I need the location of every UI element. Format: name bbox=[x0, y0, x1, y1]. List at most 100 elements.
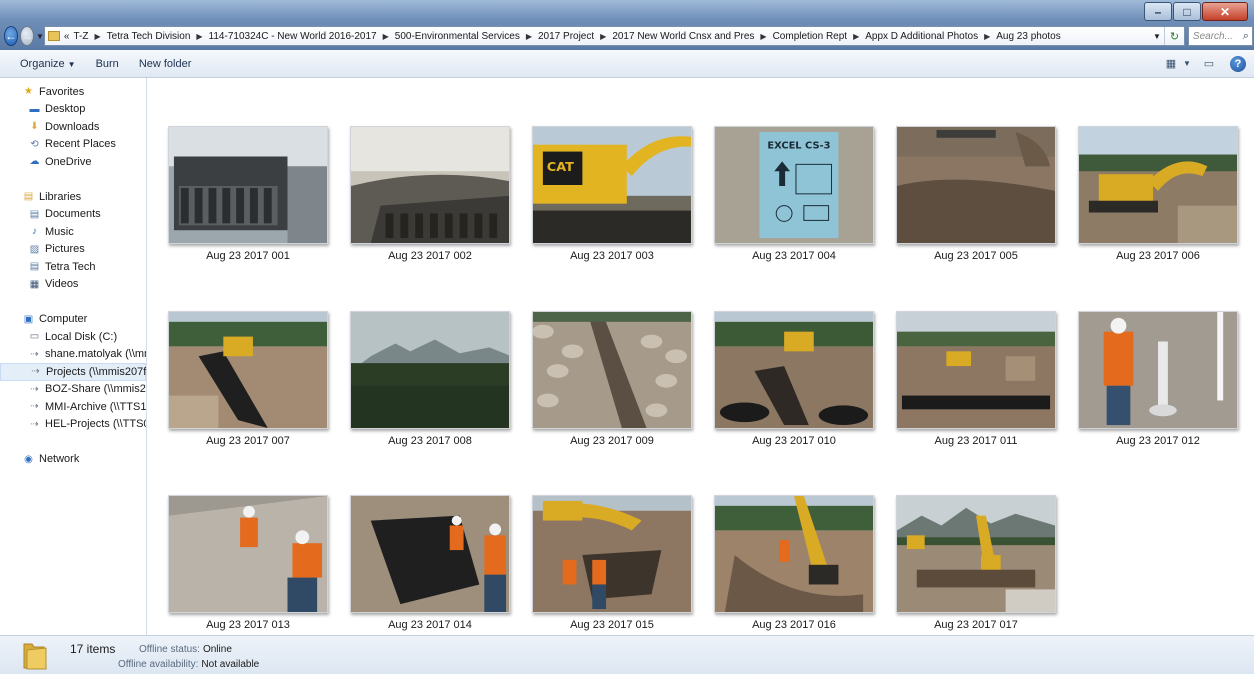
maximize-button[interactable]: □ bbox=[1173, 2, 1201, 21]
photo-thumbnail[interactable] bbox=[350, 495, 510, 613]
photo-thumbnail[interactable] bbox=[896, 495, 1056, 613]
file-name[interactable]: Aug 23 2017 009 bbox=[521, 435, 703, 447]
photo-thumbnail[interactable] bbox=[168, 311, 328, 429]
nav-label: BOZ-Share (\\mmis207f bbox=[45, 383, 146, 396]
nav-label: OneDrive bbox=[45, 155, 92, 168]
file-name[interactable]: Aug 23 2017 013 bbox=[157, 619, 339, 631]
file-name[interactable]: Aug 23 2017 012 bbox=[1067, 435, 1249, 447]
file-name[interactable]: Aug 23 2017 003 bbox=[521, 250, 703, 262]
breadcrumb-item[interactable]: Tetra Tech Division bbox=[107, 31, 191, 42]
photo-thumbnail[interactable] bbox=[714, 495, 874, 613]
photo-thumbnail[interactable] bbox=[350, 126, 510, 244]
file-name[interactable]: Aug 23 2017 005 bbox=[885, 250, 1067, 262]
recent-pages-dropdown[interactable]: ▼ bbox=[36, 32, 44, 41]
nav-item-favorite[interactable]: ▬ Desktop bbox=[0, 101, 146, 119]
nav-item-drive[interactable]: ⇢ BOZ-Share (\\mmis207f bbox=[0, 381, 146, 399]
nav-item-drive[interactable]: ⇢ MMI-Archive (\\TTS153 bbox=[0, 398, 146, 416]
nav-item-library[interactable]: ▤ Tetra Tech bbox=[0, 258, 146, 276]
nav-item-favorite[interactable]: ⬇ Downloads bbox=[0, 118, 146, 136]
search-icon[interactable]: ⌕ bbox=[1243, 30, 1249, 43]
close-button[interactable]: ✕ bbox=[1202, 2, 1248, 21]
nav-item-drive[interactable]: ⇢ Projects (\\mmis207fs1. bbox=[0, 363, 146, 381]
photo-thumbnail[interactable] bbox=[1078, 311, 1238, 429]
refresh-icon[interactable]: ↻ bbox=[1163, 27, 1184, 45]
nav-label: Recent Places bbox=[45, 138, 116, 151]
photo-thumbnail[interactable] bbox=[896, 126, 1056, 244]
file-name[interactable]: Aug 23 2017 008 bbox=[339, 435, 521, 447]
nav-item-library[interactable]: ▤ Documents bbox=[0, 206, 146, 224]
file-name[interactable]: Aug 23 2017 016 bbox=[703, 619, 885, 631]
file-name[interactable]: Aug 23 2017 015 bbox=[521, 619, 703, 631]
computer-icon: ▣ bbox=[23, 313, 34, 325]
nav-item-library[interactable]: ♪ Music bbox=[0, 223, 146, 241]
photo-thumbnail[interactable]: EXCEL CS-3 bbox=[714, 126, 874, 244]
nav-libraries[interactable]: ▤ Libraries bbox=[0, 188, 146, 206]
breadcrumb-item[interactable]: Completion Rept bbox=[773, 31, 847, 42]
breadcrumb-overflow[interactable]: « bbox=[64, 31, 70, 42]
change-view-icon[interactable]: ▦ bbox=[1160, 55, 1182, 73]
back-button[interactable]: ← bbox=[4, 26, 18, 46]
organize-button[interactable]: Organize ▼ bbox=[0, 58, 86, 70]
file-name[interactable]: Aug 23 2017 014 bbox=[339, 619, 521, 631]
view-controls: ▦ ▼ ▭ ? bbox=[1154, 55, 1246, 73]
breadcrumb-item[interactable]: 500-Environmental Services bbox=[395, 31, 520, 42]
breadcrumb-separator-icon[interactable]: ▶ bbox=[600, 32, 606, 41]
library-folder-icon: ▤ bbox=[29, 261, 40, 273]
forward-button[interactable]: → bbox=[20, 26, 34, 46]
nav-item-favorite[interactable]: ⟲ Recent Places bbox=[0, 136, 146, 154]
nav-item-library[interactable]: ▨ Pictures bbox=[0, 241, 146, 259]
photo-thumbnail[interactable] bbox=[532, 311, 692, 429]
breadcrumb-separator-icon[interactable]: ▶ bbox=[853, 32, 859, 41]
file-name[interactable]: Aug 23 2017 004 bbox=[703, 250, 885, 262]
view-options-chevron-icon[interactable]: ▼ bbox=[1182, 55, 1192, 73]
nav-computer[interactable]: ▣ Computer bbox=[0, 311, 146, 329]
file-name[interactable]: Aug 23 2017 007 bbox=[157, 435, 339, 447]
photo-thumbnail[interactable] bbox=[168, 495, 328, 613]
address-history-chevron-icon[interactable]: ▼ bbox=[1150, 32, 1164, 41]
breadcrumb-item[interactable]: Aug 23 photos bbox=[996, 31, 1061, 42]
photo-thumbnail[interactable]: CAT bbox=[532, 126, 692, 244]
nav-item-drive[interactable]: ⇢ HEL-Projects (\\TTS030 bbox=[0, 416, 146, 434]
file-name[interactable]: Aug 23 2017 002 bbox=[339, 250, 521, 262]
breadcrumb-separator-icon[interactable]: ▶ bbox=[196, 32, 202, 41]
burn-button[interactable]: Burn bbox=[86, 58, 129, 70]
address-bar[interactable]: «T-Z ▶ Tetra Tech Division ▶ 114-710324C - N… bbox=[43, 26, 1185, 46]
nav-item-favorite[interactable]: ☁ OneDrive bbox=[0, 153, 146, 171]
nav-label: shane.matolyak (\\mmis bbox=[45, 348, 146, 361]
photo-thumbnail[interactable] bbox=[350, 311, 510, 429]
photo-thumbnail[interactable] bbox=[532, 495, 692, 613]
photo-thumbnail[interactable] bbox=[168, 126, 328, 244]
breadcrumb-separator-icon[interactable]: ▶ bbox=[383, 32, 389, 41]
file-name[interactable]: Aug 23 2017 006 bbox=[1067, 250, 1249, 262]
nav-favorites[interactable]: ★ Favorites bbox=[0, 83, 146, 101]
minimize-button[interactable]: – bbox=[1144, 2, 1172, 21]
breadcrumb-separator-icon[interactable]: ▶ bbox=[94, 32, 100, 41]
nav-network[interactable]: ◉ Network bbox=[0, 451, 146, 469]
breadcrumb-item[interactable]: 2017 Project bbox=[538, 31, 594, 42]
navigation-row: ← → ▼ «T-Z ▶ Tetra Tech Division ▶ 114-71032… bbox=[4, 25, 1253, 47]
preview-pane-icon[interactable]: ▭ bbox=[1198, 55, 1220, 73]
file-name[interactable]: Aug 23 2017 017 bbox=[885, 619, 1067, 631]
file-name[interactable]: Aug 23 2017 010 bbox=[703, 435, 885, 447]
breadcrumb-separator-icon[interactable]: ▶ bbox=[760, 32, 766, 41]
breadcrumb-item[interactable]: T-Z bbox=[73, 31, 88, 42]
breadcrumb-item[interactable]: 114-710324C - New World 2016-2017 bbox=[209, 31, 377, 42]
nav-item-drive[interactable]: ⇢ shane.matolyak (\\mmis bbox=[0, 346, 146, 364]
breadcrumb-separator-icon[interactable]: ▶ bbox=[984, 32, 990, 41]
search-input[interactable]: Search... ⌕ bbox=[1187, 26, 1253, 46]
breadcrumb-separator-icon[interactable]: ▶ bbox=[526, 32, 532, 41]
photo-thumbnail[interactable] bbox=[896, 311, 1056, 429]
offline-availability-label: Offline availability: bbox=[118, 659, 199, 670]
breadcrumb-item[interactable]: Appx D Additional Photos bbox=[865, 31, 978, 42]
nav-item-library[interactable]: ▦ Videos bbox=[0, 276, 146, 294]
nav-item-drive[interactable]: ▭ Local Disk (C:) bbox=[0, 328, 146, 346]
nav-label: Music bbox=[45, 225, 74, 238]
breadcrumb-item[interactable]: 2017 New World Cnsx and Pres bbox=[612, 31, 754, 42]
file-name[interactable]: Aug 23 2017 001 bbox=[157, 250, 339, 262]
help-icon[interactable]: ? bbox=[1230, 55, 1246, 72]
file-name[interactable]: Aug 23 2017 011 bbox=[885, 435, 1067, 447]
photo-thumbnail[interactable] bbox=[1078, 126, 1238, 244]
chevron-down-icon: ▼ bbox=[67, 59, 76, 69]
new-folder-button[interactable]: New folder bbox=[129, 58, 202, 70]
photo-thumbnail[interactable] bbox=[714, 311, 874, 429]
